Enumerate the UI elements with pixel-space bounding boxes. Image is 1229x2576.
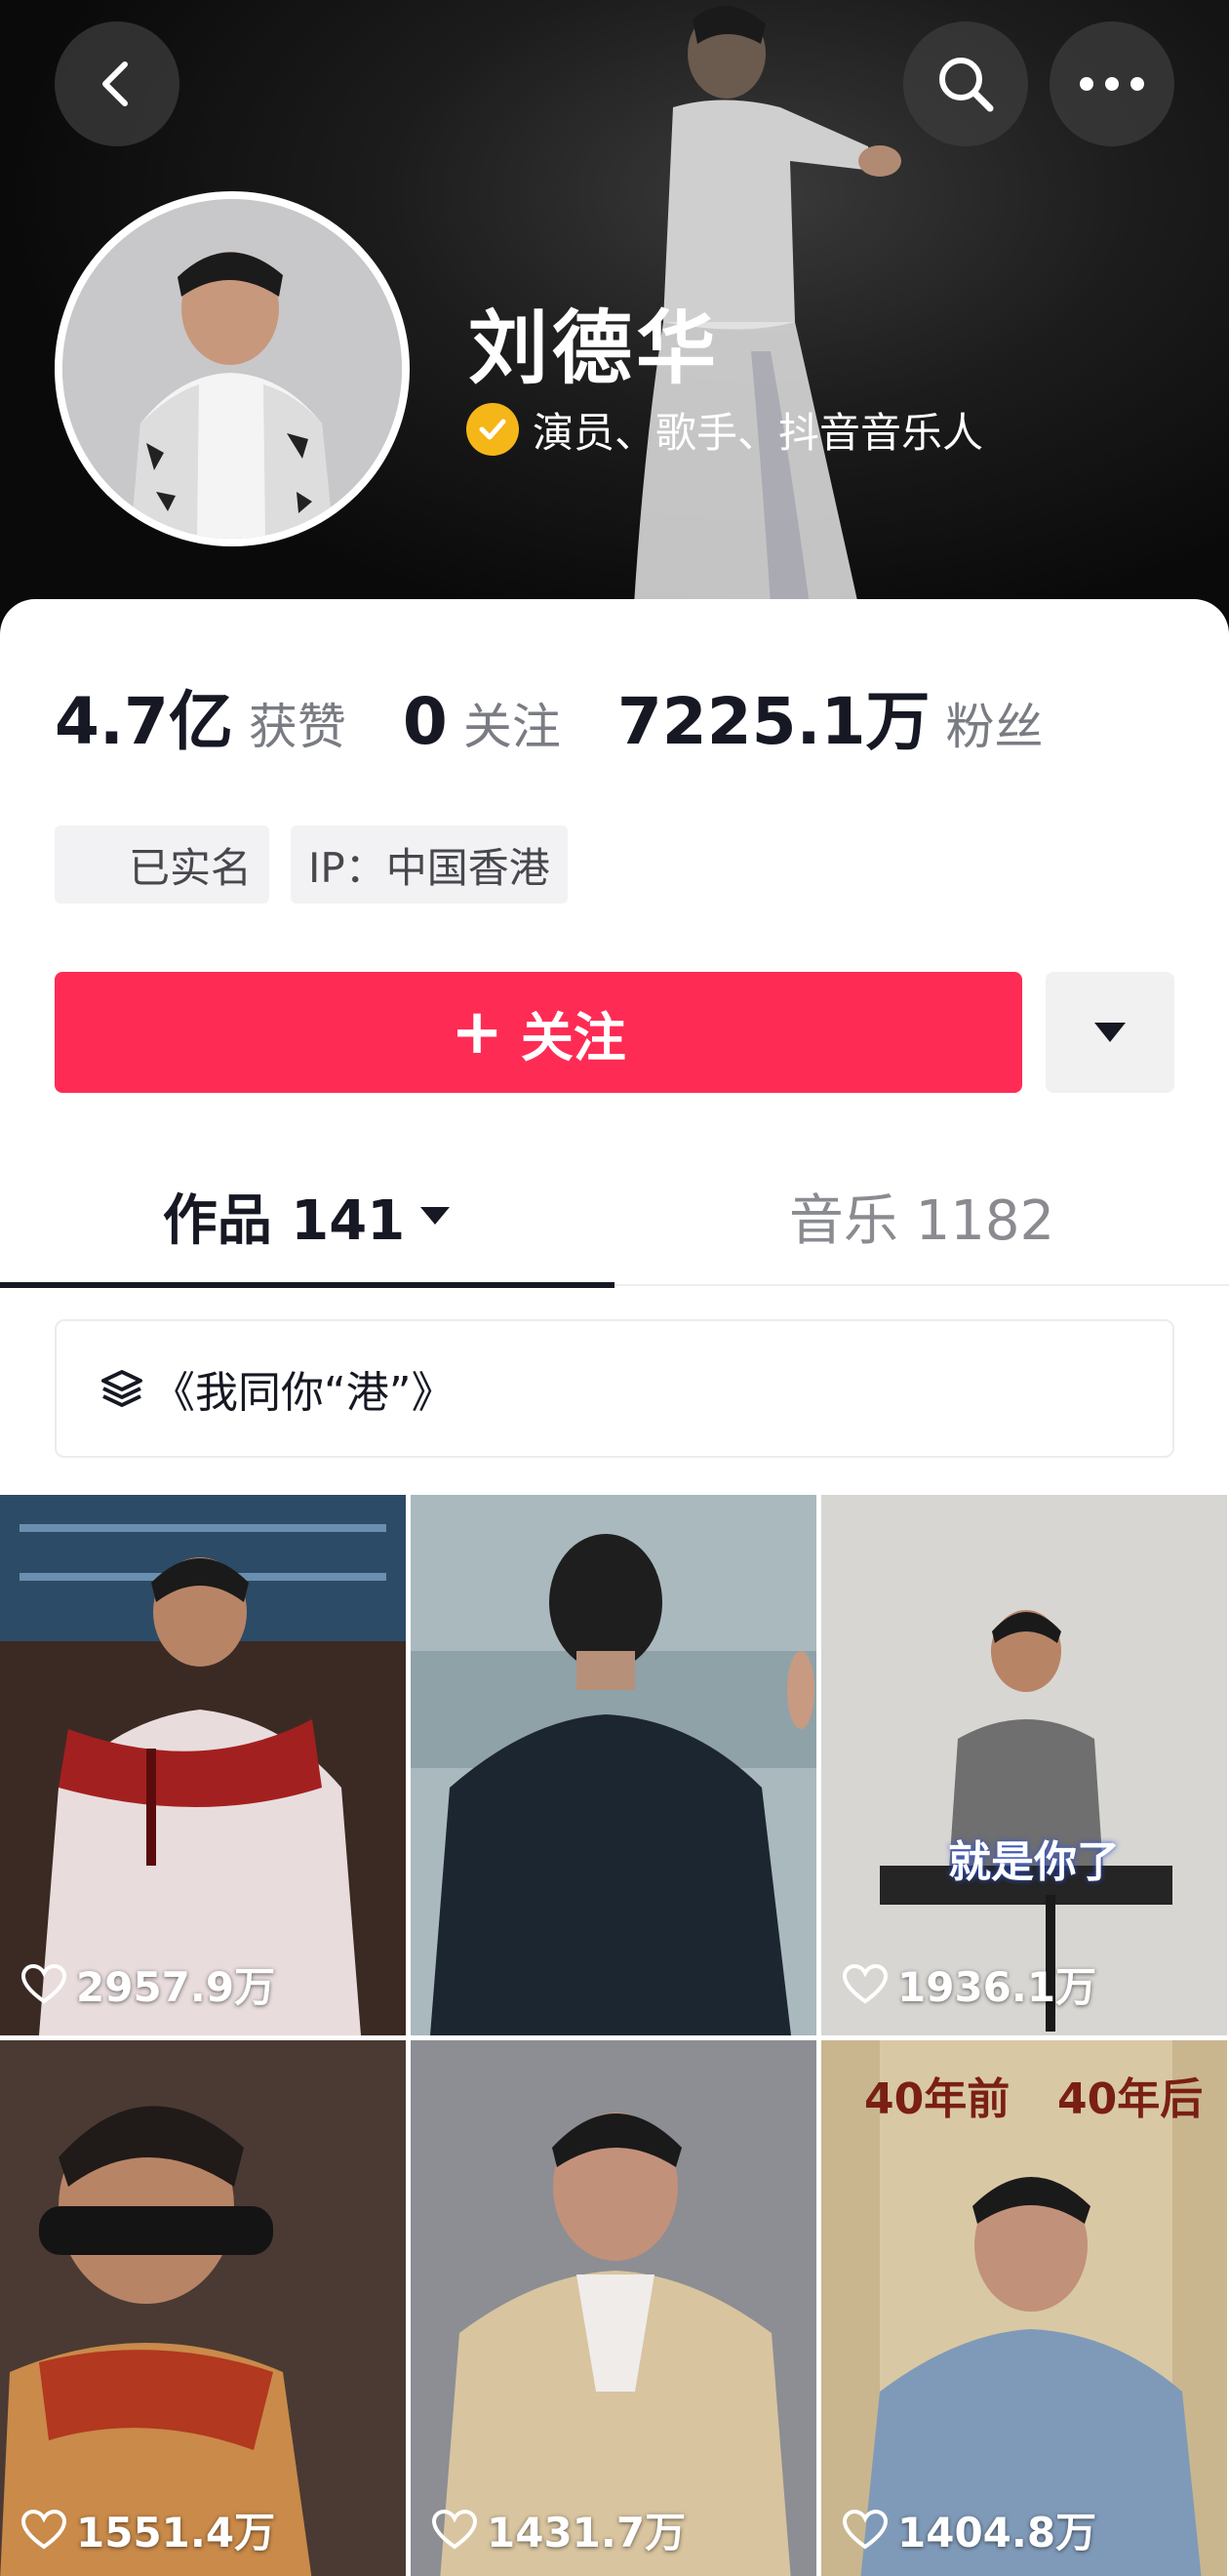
- verification-row: 演员、歌手、抖音音乐人: [466, 400, 983, 459]
- video-tile[interactable]: 1431.7万: [411, 2040, 816, 2576]
- likes-count: 4.7亿: [55, 684, 233, 759]
- like-count: 2957.9万: [21, 1954, 275, 2014]
- tab-works[interactable]: 作品 141: [0, 1146, 614, 1286]
- tab-music-label: 音乐 1182: [788, 1188, 1055, 1253]
- video-tile[interactable]: 就是你了 1936.1万: [821, 1495, 1227, 2035]
- video-tile[interactable]: 1551.4万: [0, 2040, 406, 2576]
- more-icon: [1080, 77, 1144, 91]
- avatar-image: [62, 199, 402, 539]
- recommend-dropdown-button[interactable]: [1046, 972, 1174, 1093]
- tag-row: 已实名 IP：中国香港: [55, 825, 568, 904]
- collection-entry[interactable]: 《我同你“港”》: [55, 1319, 1174, 1458]
- caret-down-icon: [420, 1207, 451, 1225]
- follow-button[interactable]: + 关注: [55, 972, 1022, 1093]
- video-thumbnail: [411, 1495, 816, 2035]
- profile-name: 刘德华: [468, 302, 721, 395]
- video-grid: 2957.9万 就是你了 1936.1万 1551.4万 1431.7万 40年…: [0, 1495, 1229, 2576]
- like-count: 1936.1万: [843, 1954, 1096, 2014]
- video-tile[interactable]: [411, 1495, 816, 2035]
- ip-location-tag: IP：中国香港: [291, 825, 568, 904]
- video-thumbnail: [0, 2040, 406, 2576]
- profile-banner: 刘德华 演员、歌手、抖音音乐人: [0, 0, 1229, 644]
- tab-works-label: 作品 141: [162, 1188, 406, 1253]
- video-tile[interactable]: 40年前 40年后 1404.8万: [821, 2040, 1227, 2576]
- heart-icon: [843, 2509, 888, 2549]
- search-button[interactable]: [903, 21, 1028, 146]
- follow-button-label: 关注: [520, 1006, 626, 1068]
- video-caption-left: 40年前: [864, 2074, 1011, 2124]
- search-icon: [939, 58, 994, 112]
- heart-icon: [21, 1963, 66, 2003]
- likes-label: 获赞: [248, 699, 346, 755]
- verified-icon: [466, 403, 519, 456]
- heart-icon: [432, 2509, 477, 2549]
- layers-icon: [101, 1370, 142, 1407]
- caret-down-icon: [1094, 1023, 1126, 1042]
- like-count: 1551.4万: [21, 2500, 275, 2559]
- verification-text: 演员、歌手、抖音音乐人: [533, 408, 984, 457]
- more-button[interactable]: [1050, 21, 1174, 146]
- back-icon: [102, 61, 128, 106]
- collection-title: 《我同你“港”》: [152, 1368, 455, 1418]
- followers-label[interactable]: 粉丝: [946, 688, 1044, 758]
- active-tab-indicator: [0, 1282, 614, 1288]
- real-name-tag: 已实名: [55, 825, 270, 904]
- tab-music[interactable]: 音乐 1182: [614, 1146, 1229, 1286]
- video-caption-right: 40年后: [1057, 2074, 1204, 2124]
- following-count[interactable]: 0: [403, 684, 448, 759]
- plus-icon: +: [451, 996, 503, 1068]
- video-tile[interactable]: 2957.9万: [0, 1495, 406, 2035]
- like-count: 1404.8万: [843, 2500, 1096, 2559]
- heart-icon: [21, 2509, 66, 2549]
- back-button[interactable]: [55, 21, 179, 146]
- following-label[interactable]: 关注: [463, 688, 561, 758]
- video-caption: 就是你了: [948, 1837, 1120, 1887]
- content-tabs: 作品 141 音乐 1182: [0, 1146, 1229, 1288]
- avatar[interactable]: [55, 191, 410, 546]
- video-thumbnail: [411, 2040, 816, 2576]
- heart-icon: [843, 1963, 888, 2003]
- stats-row: 4.7亿 获赞 0 关注 7225.1万 粉丝: [55, 669, 1100, 759]
- like-count: 1431.7万: [432, 2500, 686, 2559]
- followers-count[interactable]: 7225.1万: [617, 669, 931, 763]
